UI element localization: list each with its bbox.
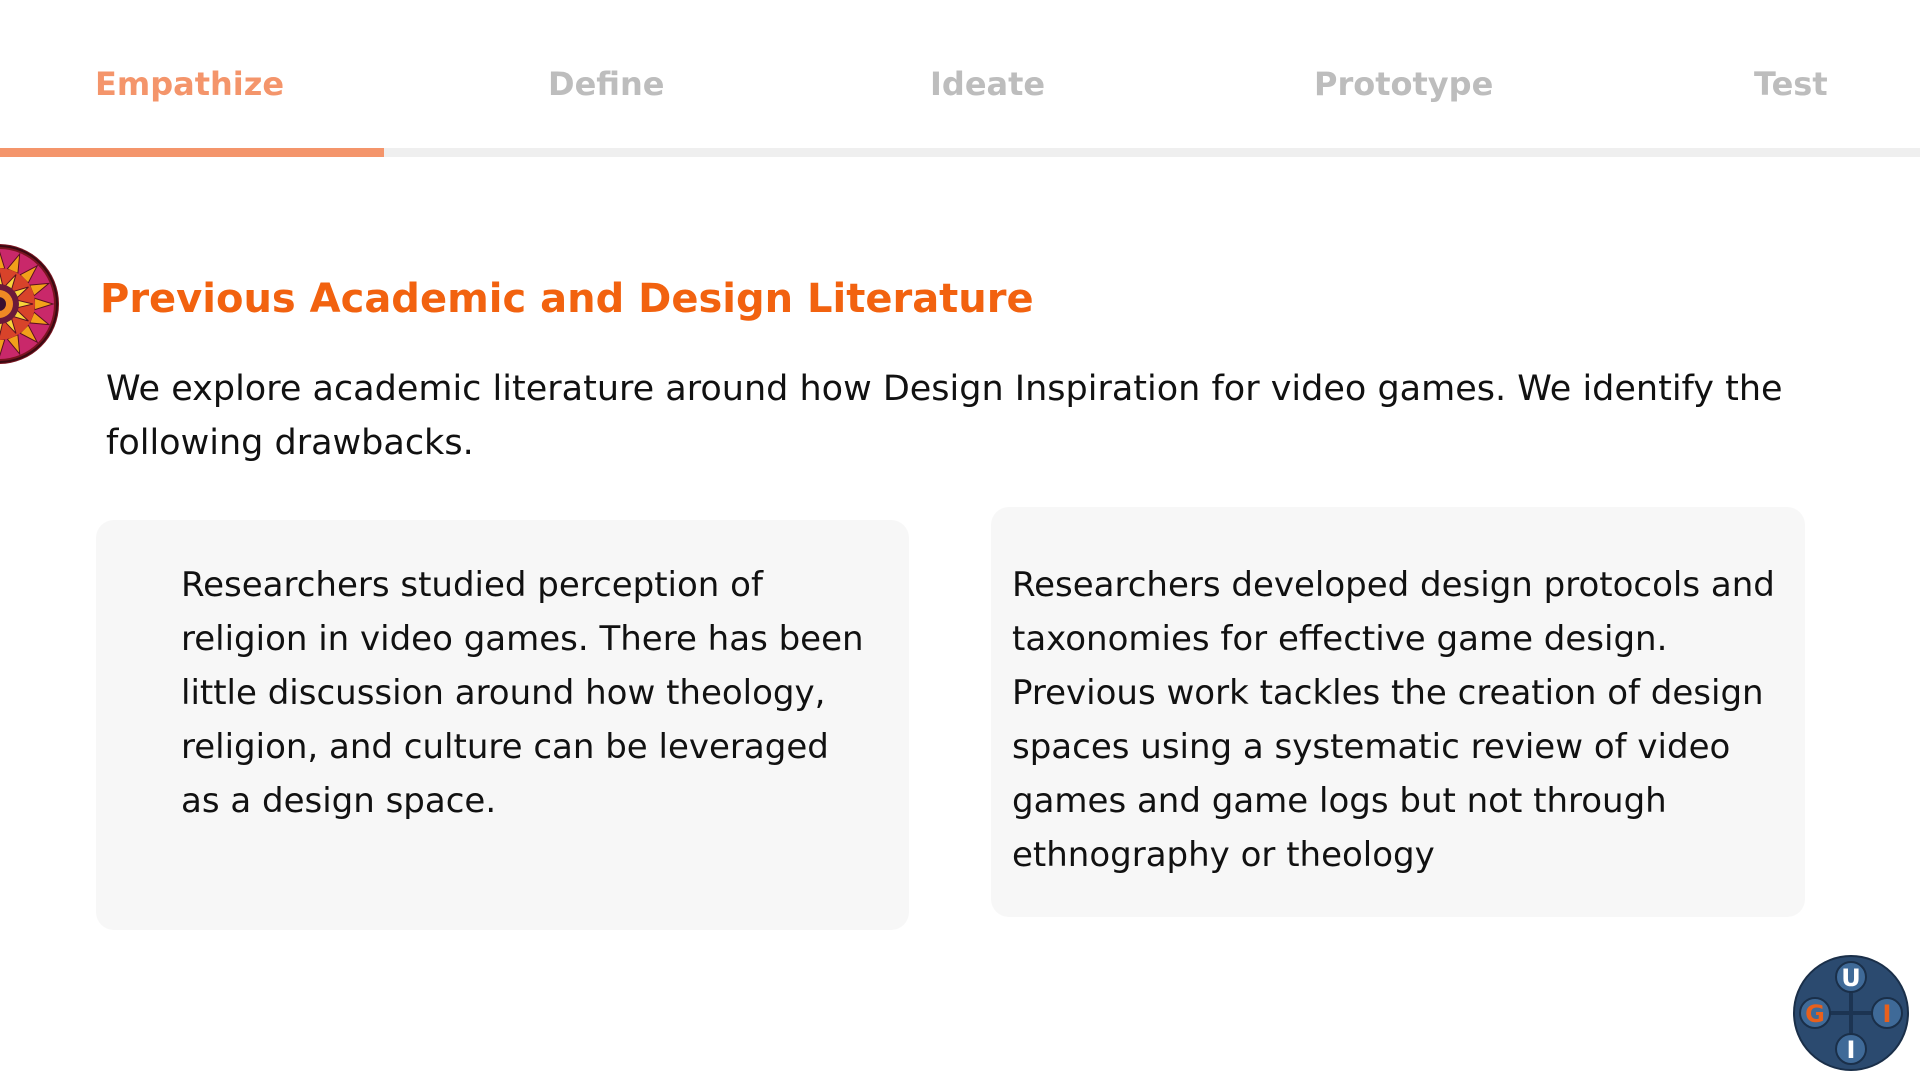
tab-ideate[interactable]: Ideate bbox=[930, 65, 1045, 103]
logo-letter-bottom: I bbox=[1847, 1036, 1856, 1064]
drawback-card-design-protocols: Researchers developed design protocols a… bbox=[991, 507, 1805, 917]
intro-text: We explore academic literature around ho… bbox=[106, 369, 1783, 463]
card-text: Researchers studied perception of religi… bbox=[181, 565, 864, 821]
tab-prototype[interactable]: Prototype bbox=[1314, 65, 1493, 103]
tab-empathize[interactable]: Empathize bbox=[95, 65, 284, 103]
progress-fill bbox=[0, 148, 384, 157]
progress-track bbox=[0, 148, 1920, 157]
section-title: Previous Academic and Design Literature bbox=[100, 276, 1034, 322]
mandala-icon bbox=[0, 244, 59, 364]
drawback-card-religion: Researchers studied perception of religi… bbox=[96, 520, 909, 930]
logo-letter-right: I bbox=[1883, 1000, 1892, 1028]
card-text: Researchers developed design protocols a… bbox=[1012, 565, 1775, 875]
tab-test[interactable]: Test bbox=[1754, 65, 1828, 103]
gui-logo-icon: U G I I bbox=[1793, 955, 1909, 1071]
step-tabs: Empathize Define Ideate Prototype Test bbox=[0, 0, 1920, 160]
logo-letter-left: G bbox=[1805, 1000, 1825, 1028]
tab-define[interactable]: Define bbox=[548, 65, 664, 103]
logo-letter-top: U bbox=[1841, 964, 1861, 992]
